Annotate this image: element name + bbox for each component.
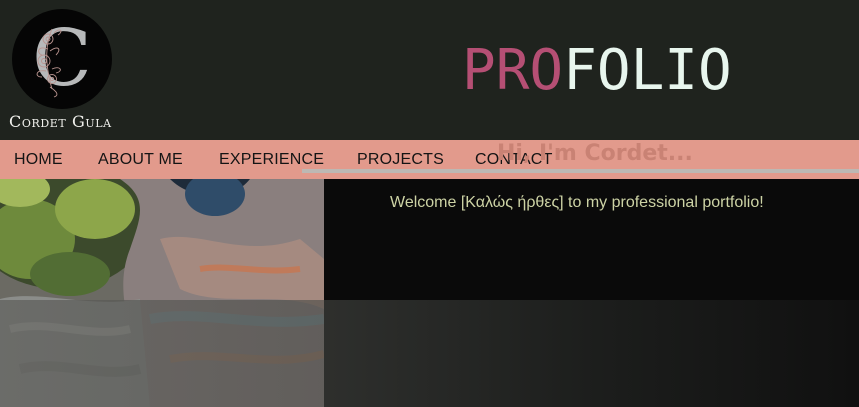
hero-section [0,179,859,407]
owner-name: Cordet Gula [9,112,112,131]
brand-folio: FOLIO [563,38,732,103]
floral-ornament-icon [36,28,62,98]
site-header: C Cordet Gula PROFOLIO [0,0,859,140]
welcome-text: Welcome [Καλώς ήρθες] to my professional… [390,194,764,211]
brand-pro: PRO [462,38,564,103]
main-nav: HOME ABOUT ME EXPERIENCE PROJECTS CONTAC… [0,140,859,179]
nav-home[interactable]: HOME [14,151,63,169]
hero-title: Hi, I'm Cordet... [497,141,693,166]
nav-about-me[interactable]: ABOUT ME [98,151,183,169]
monogram-logo-icon[interactable]: C [12,9,112,109]
nav-experience[interactable]: EXPERIENCE [219,151,324,169]
nav-projects[interactable]: PROJECTS [357,151,444,169]
hero-divider [302,169,859,173]
brand-title: PROFOLIO [462,40,732,102]
hero-overlay [0,300,859,407]
